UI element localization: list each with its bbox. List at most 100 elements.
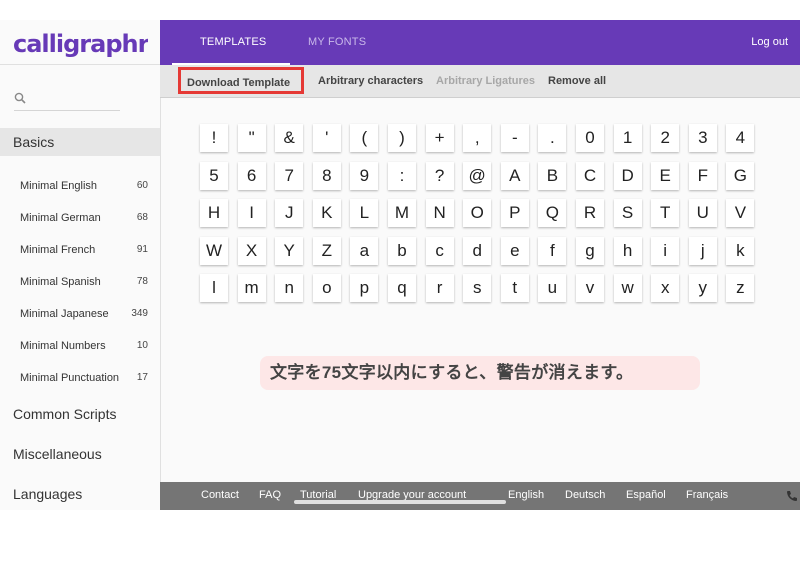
glyph-cell[interactable]: u xyxy=(538,274,567,302)
glyph-cell[interactable]: w xyxy=(613,274,642,302)
sidebar-section-basics[interactable]: Basics xyxy=(0,128,160,156)
download-template-button[interactable]: Download Template xyxy=(178,67,304,94)
glyph-cell[interactable]: + xyxy=(425,124,454,152)
glyph-cell[interactable]: 0 xyxy=(576,124,604,152)
sidebar-item-minimal-french[interactable]: Minimal French 91 xyxy=(20,241,148,259)
glyph-cell[interactable]: Y xyxy=(275,236,304,265)
footer-link-deutsch[interactable]: Deutsch xyxy=(565,482,605,508)
glyph-cell[interactable]: . xyxy=(538,124,567,152)
glyph-cell[interactable]: I xyxy=(237,199,266,227)
glyph-cell[interactable]: W xyxy=(200,236,228,265)
glyph-cell[interactable]: E xyxy=(651,161,680,190)
glyph-cell[interactable]: d xyxy=(463,236,492,265)
horizontal-scrollbar[interactable] xyxy=(294,500,506,504)
glyph-cell[interactable]: i xyxy=(651,236,680,265)
sidebar-section-common-scripts[interactable]: Common Scripts xyxy=(0,400,160,428)
sidebar-item-minimal-japanese[interactable]: Minimal Japanese 349 xyxy=(20,305,148,323)
logout-button[interactable]: Log out xyxy=(751,20,788,65)
footer-link-contact[interactable]: Contact xyxy=(201,482,239,508)
search-input[interactable] xyxy=(30,90,122,110)
tab-my-fonts[interactable]: MY FONTS xyxy=(308,20,366,65)
footer-link-espanol[interactable]: Español xyxy=(626,482,666,508)
glyph-cell[interactable]: ! xyxy=(200,124,228,152)
footer-link-tutorial[interactable]: Tutorial xyxy=(300,482,336,508)
glyph-cell[interactable]: p xyxy=(350,274,379,302)
glyph-cell[interactable]: Q xyxy=(538,199,567,227)
glyph-cell[interactable]: n xyxy=(275,274,304,302)
glyph-cell[interactable]: " xyxy=(237,124,266,152)
glyph-cell[interactable]: M xyxy=(388,199,416,227)
sidebar-item-minimal-english[interactable]: Minimal English 60 xyxy=(20,177,148,195)
glyph-cell[interactable]: c xyxy=(425,236,454,265)
tab-templates[interactable]: TEMPLATES xyxy=(200,20,266,65)
glyph-cell[interactable]: v xyxy=(576,274,604,302)
footer-link-faq[interactable]: FAQ xyxy=(259,482,281,508)
calligraphr-logo[interactable]: calligraphr xyxy=(12,26,148,62)
glyph-cell[interactable]: P xyxy=(500,199,529,227)
glyph-cell[interactable]: V xyxy=(726,199,755,227)
glyph-cell[interactable]: Z xyxy=(312,236,341,265)
glyph-cell[interactable]: J xyxy=(275,199,304,227)
glyph-cell[interactable]: h xyxy=(613,236,642,265)
footer-link-francais[interactable]: Français xyxy=(686,482,728,508)
sidebar-section-languages[interactable]: Languages xyxy=(0,480,160,508)
glyph-cell[interactable]: ? xyxy=(425,161,454,190)
search-box[interactable] xyxy=(14,90,122,111)
glyph-cell[interactable]: b xyxy=(388,236,416,265)
glyph-cell[interactable]: ( xyxy=(350,124,379,152)
glyph-cell[interactable]: X xyxy=(237,236,266,265)
glyph-cell[interactable]: & xyxy=(275,124,304,152)
remove-all-button[interactable]: Remove all xyxy=(548,65,606,97)
glyph-cell[interactable]: l xyxy=(200,274,228,302)
glyph-cell[interactable]: j xyxy=(688,236,717,265)
glyph-cell[interactable]: @ xyxy=(463,161,492,190)
glyph-cell[interactable]: S xyxy=(613,199,642,227)
glyph-cell[interactable]: C xyxy=(576,161,604,190)
glyph-cell[interactable]: N xyxy=(425,199,454,227)
footer-link-english[interactable]: English xyxy=(508,482,544,508)
glyph-cell[interactable]: 1 xyxy=(613,124,642,152)
glyph-cell[interactable]: s xyxy=(463,274,492,302)
phone-icon[interactable] xyxy=(786,490,798,502)
arbitrary-characters-button[interactable]: Arbitrary characters xyxy=(318,65,423,97)
glyph-cell[interactable]: 5 xyxy=(200,161,228,190)
glyph-cell[interactable]: T xyxy=(651,199,680,227)
glyph-cell[interactable]: t xyxy=(500,274,529,302)
glyph-cell[interactable]: x xyxy=(651,274,680,302)
glyph-cell[interactable]: 8 xyxy=(312,161,341,190)
glyph-cell[interactable]: 6 xyxy=(237,161,266,190)
glyph-cell[interactable]: 9 xyxy=(350,161,379,190)
glyph-cell[interactable]: ) xyxy=(388,124,416,152)
glyph-cell[interactable]: 2 xyxy=(651,124,680,152)
glyph-cell[interactable]: m xyxy=(237,274,266,302)
glyph-cell[interactable]: a xyxy=(350,236,379,265)
arbitrary-ligatures-button[interactable]: Arbitrary Ligatures xyxy=(436,65,535,97)
glyph-cell[interactable]: ' xyxy=(312,124,341,152)
glyph-cell[interactable]: R xyxy=(576,199,604,227)
glyph-cell[interactable]: 4 xyxy=(726,124,755,152)
glyph-cell[interactable]: - xyxy=(500,124,529,152)
sidebar-item-minimal-numbers[interactable]: Minimal Numbers 10 xyxy=(20,337,148,355)
glyph-cell[interactable]: : xyxy=(388,161,416,190)
glyph-cell[interactable]: A xyxy=(500,161,529,190)
glyph-cell[interactable]: o xyxy=(312,274,341,302)
glyph-cell[interactable]: z xyxy=(726,274,755,302)
glyph-cell[interactable]: e xyxy=(500,236,529,265)
glyph-cell[interactable]: D xyxy=(613,161,642,190)
glyph-cell[interactable]: G xyxy=(726,161,755,190)
glyph-cell[interactable]: g xyxy=(576,236,604,265)
sidebar-item-minimal-punctuation[interactable]: Minimal Punctuation 17 xyxy=(20,369,148,387)
glyph-cell[interactable]: k xyxy=(726,236,755,265)
glyph-cell[interactable]: L xyxy=(350,199,379,227)
glyph-cell[interactable]: 3 xyxy=(688,124,717,152)
glyph-cell[interactable]: 7 xyxy=(275,161,304,190)
sidebar-item-minimal-spanish[interactable]: Minimal Spanish 78 xyxy=(20,273,148,291)
glyph-cell[interactable]: O xyxy=(463,199,492,227)
glyph-cell[interactable]: , xyxy=(463,124,492,152)
sidebar-section-miscellaneous[interactable]: Miscellaneous xyxy=(0,440,160,468)
footer-link-upgrade[interactable]: Upgrade your account xyxy=(358,482,466,508)
glyph-cell[interactable]: r xyxy=(425,274,454,302)
glyph-cell[interactable]: B xyxy=(538,161,567,190)
glyph-cell[interactable]: y xyxy=(688,274,717,302)
glyph-cell[interactable]: U xyxy=(688,199,717,227)
